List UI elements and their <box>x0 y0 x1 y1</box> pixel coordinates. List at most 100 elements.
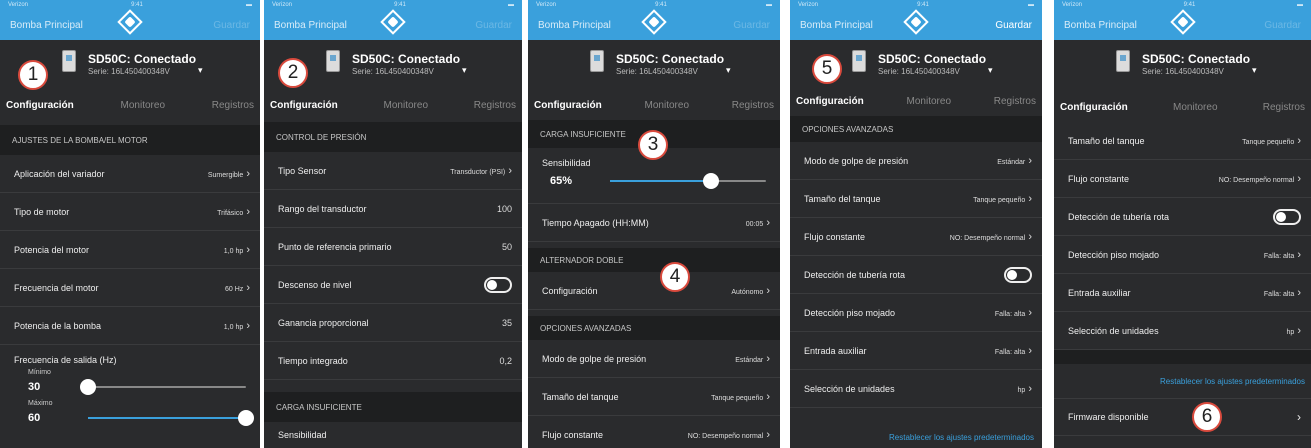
setting-label: Tiempo integrado <box>278 355 348 366</box>
setting-row[interactable]: Selección de unidades hp <box>1054 312 1311 350</box>
tab-registros[interactable]: Registros <box>474 100 516 111</box>
chevron-down-icon[interactable]: ▾ <box>726 65 731 76</box>
save-button[interactable]: Guardar <box>475 20 512 31</box>
time-label: 9:41 <box>1183 2 1196 8</box>
setting-row[interactable]: Selección de unidades hp <box>790 370 1042 408</box>
reset-defaults-link[interactable]: Restablecer los ajustes predeterminados <box>1054 364 1311 398</box>
setting-row[interactable]: Tiempo Apagado (HH:MM) 00:05 <box>528 204 780 242</box>
tab-registros[interactable]: Registros <box>994 96 1036 107</box>
setting-row[interactable]: Tamaño del tanque Tanque pequeño <box>1054 122 1311 160</box>
max-frequency-slider[interactable] <box>88 410 254 426</box>
tab-configuracion[interactable]: Configuración <box>6 100 74 111</box>
setting-row[interactable]: Detección piso mojado Falla: alta <box>1054 236 1311 274</box>
setting-row[interactable]: Entrada auxiliar Falla: alta <box>790 332 1042 370</box>
controller-icon <box>62 50 76 72</box>
setting-row[interactable]: Potencia del motor 1,0 hp <box>0 231 260 269</box>
chevron-down-icon[interactable]: ▾ <box>1252 65 1257 76</box>
logo-icon <box>117 9 143 35</box>
setting-label: Flujo constante <box>1068 173 1130 184</box>
setting-value: Transductor (PSI) <box>450 165 512 177</box>
sensitivity-slider[interactable] <box>610 173 766 189</box>
broken-pipe-toggle[interactable] <box>1273 208 1301 225</box>
save-button[interactable]: Guardar <box>995 20 1032 31</box>
back-button[interactable]: Bomba Principal <box>538 20 611 31</box>
setting-row[interactable]: Flujo constante NO: Desempeño normal <box>790 218 1042 256</box>
setting-label: Entrada auxiliar <box>1068 287 1131 298</box>
controller-icon <box>590 50 604 72</box>
tab-monitoreo[interactable]: Monitoreo <box>121 100 165 111</box>
setting-row[interactable]: Modo de golpe de presión Estándar <box>790 142 1042 180</box>
setting-value: Estándar <box>997 155 1032 167</box>
tab-configuracion[interactable]: Configuración <box>796 96 864 107</box>
settings-list: CONTROL DE PRESIÓN Tipo Sensor Transducto… <box>264 122 522 448</box>
setting-label: Tamaño del tanque <box>542 391 619 402</box>
back-button[interactable]: Bomba Principal <box>10 20 83 31</box>
setting-value: 35 <box>501 317 512 328</box>
sensitivity-value: 65% <box>550 175 573 187</box>
device-selector[interactable]: SD50C: Conectado Serie: 16L450400348V ▾ <box>528 42 780 92</box>
setting-row[interactable]: Rango del transductor 100 <box>264 190 522 228</box>
tab-configuracion[interactable]: Configuración <box>534 100 602 111</box>
slider-knob[interactable] <box>80 379 96 395</box>
tab-monitoreo[interactable]: Monitoreo <box>645 100 689 111</box>
setting-row[interactable]: Tamaño del tanque Tanque pequeño <box>790 180 1042 218</box>
device-selector[interactable]: SD50C: Conectado Serie: 16L450400348V ▾ <box>1054 42 1311 92</box>
min-frequency-slider[interactable] <box>80 379 246 395</box>
nav-bar: Bomba Principal Guardar <box>528 9 780 40</box>
tab-registros[interactable]: Registros <box>1263 102 1305 113</box>
setting-label: Frecuencia del motor <box>14 282 99 293</box>
setting-row[interactable]: Tiempo integrado 0,2 <box>264 342 522 380</box>
tab-bar: Configuración Monitoreo Registros <box>790 88 1042 114</box>
setting-label: Flujo constante <box>804 231 866 242</box>
chevron-down-icon[interactable]: ▾ <box>198 65 203 76</box>
tab-bar: Configuración Monitoreo Registros <box>528 92 780 118</box>
battery-icon: ▬ <box>1027 2 1034 8</box>
tab-configuracion[interactable]: Configuración <box>1060 102 1128 113</box>
setting-value: hp <box>1017 383 1032 395</box>
broken-pipe-toggle[interactable] <box>1004 266 1032 283</box>
setting-row[interactable]: Modo de golpe de presión Estándar <box>528 340 780 378</box>
firmware-row[interactable]: Firmware disponible › <box>1054 398 1311 436</box>
back-button[interactable]: Bomba Principal <box>800 20 873 31</box>
setting-row[interactable]: Potencia de la bomba 1,0 hp <box>0 307 260 345</box>
slider-knob[interactable] <box>703 173 720 189</box>
chevron-down-icon[interactable]: ▾ <box>988 65 993 76</box>
setting-row[interactable]: Configuración Autónomo <box>528 272 780 310</box>
back-button[interactable]: Bomba Principal <box>1064 20 1137 31</box>
reset-defaults-link[interactable]: Restablecer los ajustes predeterminados <box>790 420 1042 448</box>
back-button[interactable]: Bomba Principal <box>274 20 347 31</box>
setting-row[interactable]: Punto de referencia primario 50 <box>264 228 522 266</box>
save-button[interactable]: Guardar <box>213 20 250 31</box>
setting-label: Descenso de nivel <box>278 279 352 290</box>
setting-value: Falla: alta <box>995 307 1032 319</box>
setting-row[interactable]: Detección piso mojado Falla: alta <box>790 294 1042 332</box>
setting-row[interactable]: Tipo de motor Trifásico <box>0 193 260 231</box>
chevron-down-icon[interactable]: ▾ <box>462 65 467 76</box>
setting-label: Tipo de motor <box>14 206 70 217</box>
tab-registros[interactable]: Registros <box>732 100 774 111</box>
setting-row[interactable]: Flujo constante NO: Desempeño normal <box>1054 160 1311 198</box>
setting-row[interactable]: Aplicación del variador Sumergible <box>0 155 260 193</box>
save-button[interactable]: Guardar <box>733 20 770 31</box>
drawdown-toggle[interactable] <box>484 276 512 293</box>
tab-registros[interactable]: Registros <box>212 100 254 111</box>
tab-monitoreo[interactable]: Monitoreo <box>384 100 428 111</box>
tab-monitoreo[interactable]: Monitoreo <box>907 96 951 107</box>
setting-row[interactable]: Entrada auxiliar Falla: alta <box>1054 274 1311 312</box>
setting-row[interactable]: Ganancia proporcional 35 <box>264 304 522 342</box>
setting-value: Tanque pequeño <box>711 391 770 403</box>
setting-row[interactable]: Frecuencia del motor 60 Hz <box>0 269 260 307</box>
setting-row[interactable]: Tipo Sensor Transductor (PSI) <box>264 152 522 190</box>
tab-configuracion[interactable]: Configuración <box>270 100 338 111</box>
device-serial: Serie: 16L450400348V <box>878 67 960 76</box>
save-button[interactable]: Guardar <box>1264 20 1301 31</box>
time-label: 9:41 <box>394 2 406 8</box>
setting-value: NO: Desempeño normal <box>688 429 770 441</box>
setting-row[interactable]: Flujo constante NO: Desempeño normal <box>528 416 780 448</box>
slider-knob[interactable] <box>238 410 254 426</box>
tab-monitoreo[interactable]: Monitoreo <box>1173 102 1217 113</box>
setting-label: Modo de golpe de presión <box>804 155 909 166</box>
setting-value: 60 Hz <box>225 282 250 294</box>
setting-row[interactable]: Tamaño del tanque Tanque pequeño <box>528 378 780 416</box>
setting-value: Estándar <box>735 353 770 365</box>
